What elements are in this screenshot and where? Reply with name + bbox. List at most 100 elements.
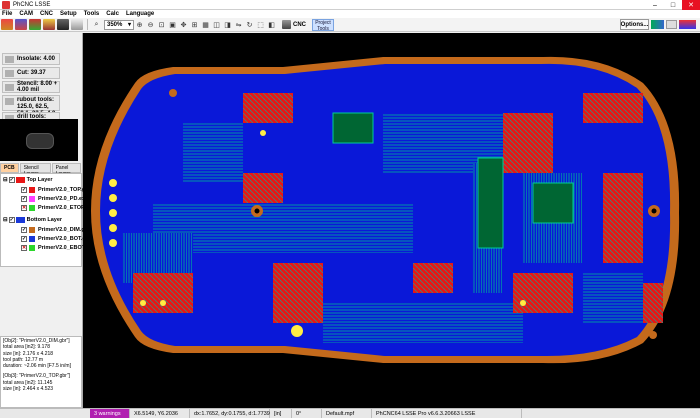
grid-icon[interactable]: ▦: [201, 20, 210, 29]
menu-bar: File CAM CNC Setup Tools Calc Language: [0, 10, 700, 18]
pan-icon[interactable]: ✥: [179, 20, 188, 29]
file-swatch: [29, 245, 35, 251]
menu-cam[interactable]: CAM: [19, 11, 33, 17]
pad: [109, 179, 117, 187]
copper-pour: [133, 273, 193, 313]
pcb-drawing[interactable]: [83, 33, 700, 408]
open-drill-icon[interactable]: [15, 19, 27, 30]
file-checkbox[interactable]: ✓: [21, 227, 27, 233]
zoom-select[interactable]: 350% ▾: [104, 19, 134, 30]
network-icon[interactable]: [651, 20, 664, 29]
bottom-layer-group[interactable]: ⊟ ✓ Bottom Layer: [3, 217, 62, 223]
cursor-coords: X6.5149, Y6.2036: [130, 409, 190, 418]
left-panel: Insolate: 4.00 Cut: 39.37 Stencil: 8.00 …: [0, 33, 95, 408]
info-line: duration: ~2.06 min [F7.5 in/m]: [3, 363, 71, 370]
zoom-value: 350%: [107, 21, 123, 28]
cut-icon[interactable]: [43, 19, 55, 30]
top-layer-checkbox[interactable]: ✓: [8, 177, 15, 183]
file-swatch: [29, 205, 35, 211]
top-layer-group[interactable]: ⊟ ✓ Top Layer: [3, 177, 53, 183]
stencil-icon[interactable]: [57, 19, 69, 30]
pcb-canvas[interactable]: [83, 33, 700, 408]
copper-pour: [513, 273, 573, 313]
mounting-hole: [651, 208, 657, 214]
tab-panel-layers[interactable]: Panel Layers: [51, 163, 81, 177]
layer-tabs: PCB Stencil Layers Panel Layers: [0, 163, 82, 177]
close-icon[interactable]: ✕: [682, 0, 700, 10]
collapse-icon[interactable]: ⊟: [3, 177, 8, 183]
zoom-window-icon[interactable]: ▣: [168, 20, 177, 29]
copper-pour: [643, 283, 663, 323]
menu-setup[interactable]: Setup: [60, 11, 77, 17]
rubout-tools[interactable]: rubout tools: 125.0, 62.5, 59.1, 33.5, 4…: [2, 95, 60, 117]
warnings-badge[interactable]: 3 warnings: [90, 409, 130, 418]
layer-file-row[interactable]: ✓ PrimerV2.0_DIM.gbr: [21, 227, 90, 233]
drill-icon[interactable]: [71, 19, 83, 30]
file-checkbox[interactable]: ✓: [21, 196, 27, 202]
cut-tool[interactable]: Cut: 39.37: [2, 67, 60, 79]
maximize-icon[interactable]: □: [664, 0, 682, 10]
menu-cnc[interactable]: CNC: [40, 11, 53, 17]
delta-readout: dx:1.7652, dy:0.1755, d:1.7739: [190, 409, 270, 418]
bottom-layer-label: Bottom Layer: [26, 217, 63, 223]
board-preview: [0, 119, 78, 161]
zoom-in-icon[interactable]: ⊕: [135, 20, 144, 29]
menu-calc[interactable]: Calc: [106, 11, 119, 17]
insolate-tool[interactable]: Insolate: 4.00: [2, 53, 60, 65]
collapse-icon[interactable]: ⊟: [3, 217, 8, 223]
file-swatch: [29, 187, 35, 193]
copper-pour: [603, 173, 643, 263]
tab-pcb[interactable]: PCB: [0, 163, 19, 173]
top-layer-label: Top Layer: [26, 177, 53, 183]
zoom-out-icon[interactable]: ⊖: [146, 20, 155, 29]
mirror-icon[interactable]: ⇋: [234, 20, 243, 29]
units-label: [in]: [270, 409, 292, 418]
bottom-layer-checkbox[interactable]: ✓: [8, 217, 15, 223]
ic-footprint: [532, 182, 574, 224]
layers-icon[interactable]: ◫: [212, 20, 221, 29]
copper-pour: [243, 173, 283, 203]
project-tools-button[interactable]: Project Tools: [312, 18, 334, 32]
view-icon[interactable]: ◨: [223, 20, 232, 29]
app-icon: [2, 0, 10, 9]
file-checkbox[interactable]: ✓: [21, 187, 27, 193]
layer-file-row[interactable]: ✓ PrimerV2.0_BOT.gbr: [21, 236, 91, 242]
zoom-fit-icon[interactable]: ⊡: [157, 20, 166, 29]
copper-pour: [583, 93, 643, 123]
flag-icon[interactable]: [679, 20, 696, 29]
pad: [291, 325, 303, 337]
window-title: PhCNC LSSE: [13, 1, 51, 8]
unit-toggle-icon[interactable]: [666, 20, 677, 29]
minimize-icon[interactable]: –: [646, 0, 664, 10]
measure-icon[interactable]: ⊞: [190, 20, 199, 29]
file-checkbox[interactable]: ✕: [21, 205, 27, 211]
cnc-button[interactable]: CNC: [281, 20, 306, 29]
trace-bus: [323, 303, 523, 343]
rotate-icon[interactable]: ↻: [245, 20, 254, 29]
layer-tree: ⊟ ✓ Top Layer ✓ PrimerV2.0_TOP.gbr ✓ Pri…: [0, 173, 95, 267]
pad: [109, 194, 117, 202]
insolate-icon[interactable]: [29, 19, 41, 30]
file-checkbox[interactable]: ✓: [21, 236, 27, 242]
stencil-tool[interactable]: Stencil: 8.00 + 4.00 mil: [2, 81, 60, 93]
select-icon[interactable]: ⬚: [256, 20, 265, 29]
menu-language[interactable]: Language: [126, 11, 154, 17]
file-checkbox[interactable]: ✕: [21, 245, 27, 251]
menu-file[interactable]: File: [2, 11, 12, 17]
chevron-down-icon: ▾: [127, 22, 131, 28]
menu-tools[interactable]: Tools: [84, 11, 100, 17]
open-gerber-icon[interactable]: [1, 19, 13, 30]
pad: [109, 209, 117, 217]
zoom-icon[interactable]: ⌕: [92, 20, 101, 29]
copper-pour: [273, 263, 323, 323]
layer-file-row[interactable]: ✓ PrimerV2.0_PD.exc: [21, 196, 88, 202]
pad: [160, 300, 166, 306]
layer-file-row[interactable]: ✓ PrimerV2.0_TOP.gbr: [21, 187, 91, 193]
cnc-label: CNC: [293, 21, 306, 28]
options-button[interactable]: Options...: [620, 19, 649, 30]
file-swatch: [29, 227, 35, 233]
info-line: size [in]: 2.464 x 4.523: [3, 386, 54, 393]
bottom-view-icon[interactable]: ◧: [267, 20, 276, 29]
tab-stencil-layers[interactable]: Stencil Layers: [19, 163, 51, 177]
file-name: PrimerV2.0_PD.exc: [38, 196, 89, 202]
